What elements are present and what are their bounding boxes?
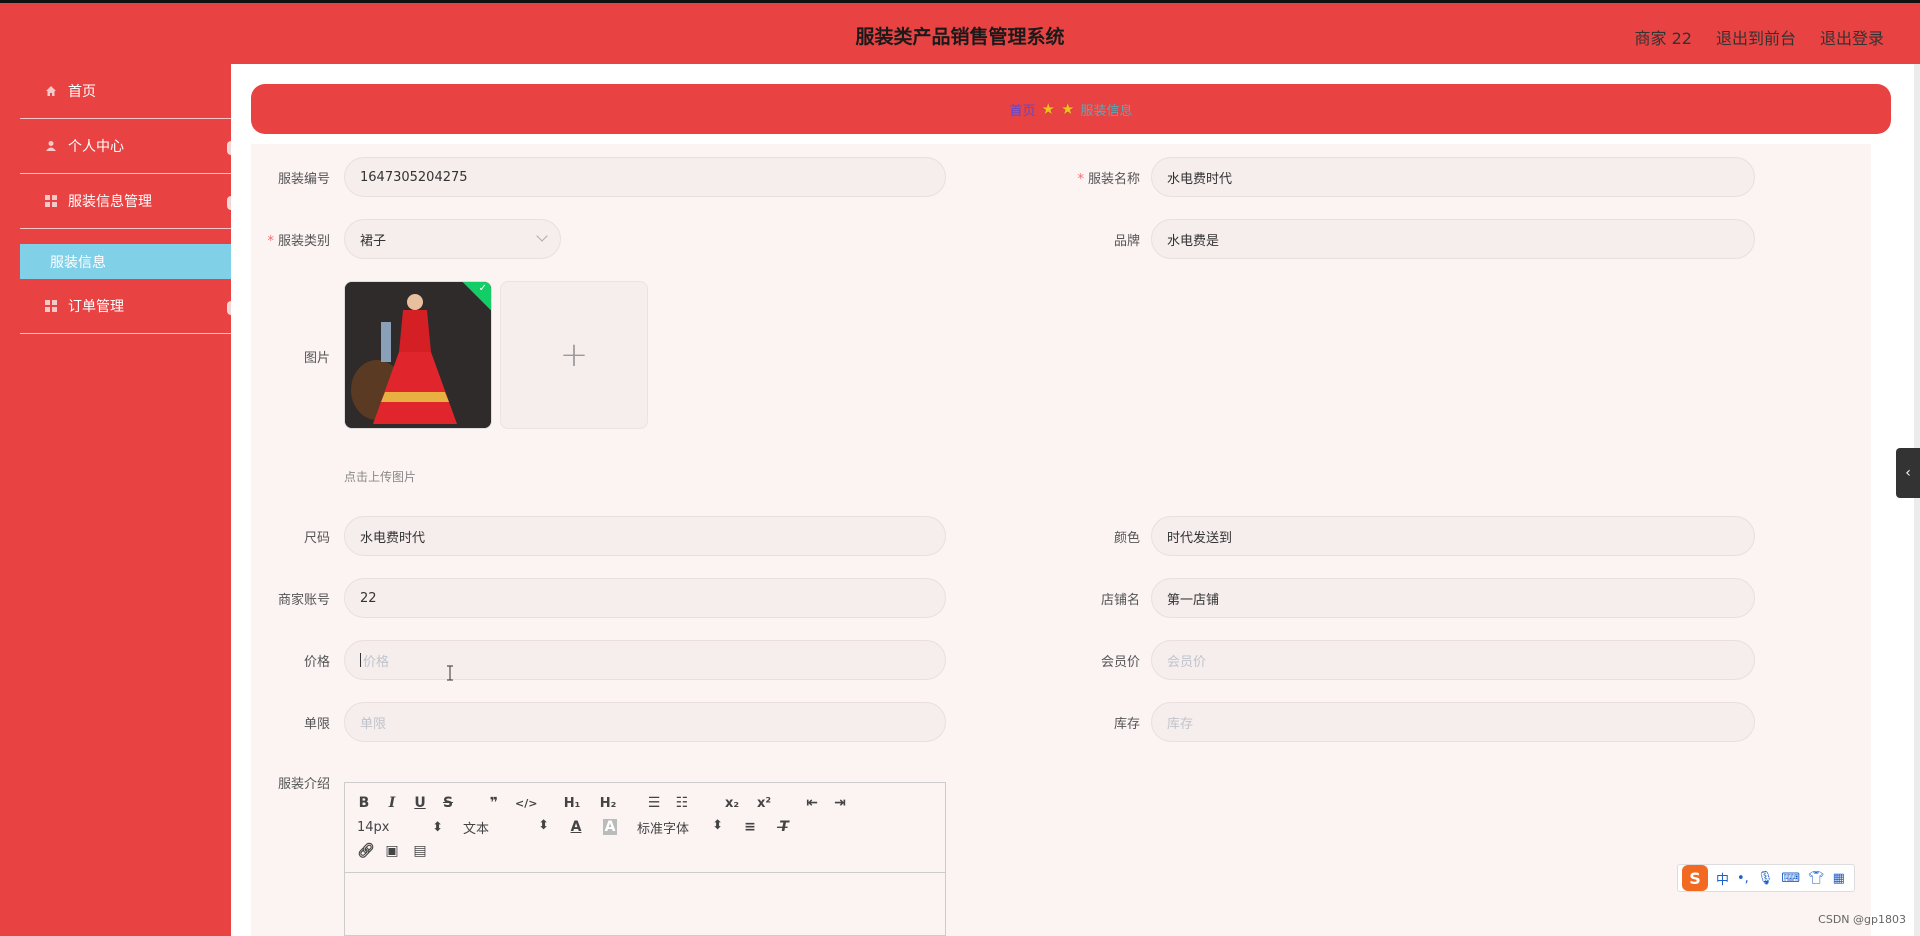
editor-body[interactable] [345,873,945,935]
category-select[interactable]: 裙子 [344,219,561,259]
sogou-logo-icon: S [1682,865,1708,891]
outdent-icon[interactable]: ⇤ [805,795,819,811]
sidebar-item-clothing-management[interactable]: 服装信息管理 [20,174,235,229]
sort-arrows-icon: ⬍ [712,817,723,833]
home-icon [44,84,58,98]
ime-mode[interactable]: 中 [1716,869,1729,888]
check-icon: ✓ [478,283,487,294]
indent-icon[interactable]: ⇥ [833,795,847,811]
font-color-icon[interactable]: A [569,819,583,835]
member-price-input[interactable]: 会员价 [1151,640,1755,680]
bullet-list-icon[interactable]: ☷ [675,795,689,811]
label-intro: 服装介绍 [277,777,330,792]
italic-icon[interactable]: I [385,795,399,811]
limit-input[interactable]: 单限 [344,702,946,742]
label-stock: 库存 [1113,717,1140,732]
sidebar-item-home[interactable]: 首页 [20,64,231,119]
stock-input[interactable]: 库存 [1151,702,1755,742]
sidebar: 首页 个人中心 服装信息管理 服装信息 订单管理 [0,64,235,936]
dress-photo [345,282,491,428]
keyboard-icon[interactable]: ⌨ [1781,871,1800,886]
punctuation-icon[interactable]: •, [1737,871,1749,886]
label-brand: 品牌 [1113,234,1140,249]
grid-icon [44,299,58,313]
strikethrough-icon[interactable]: S [441,795,455,811]
label-price: 价格 [303,655,330,670]
plus-icon: + [559,335,589,375]
exit-front-link[interactable]: 退出到前台 [1716,25,1796,49]
breadcrumb-home[interactable]: 首页 [1010,100,1036,119]
breadcrumb-current: 服装信息 [1080,103,1133,119]
heading1-icon[interactable]: H₁ [561,796,583,811]
align-icon[interactable]: ≡ [743,819,757,835]
superscript-icon[interactable]: x² [755,796,773,811]
image-upload-button[interactable]: + [500,281,648,429]
sort-arrows-icon: ⬍ [432,819,443,835]
label-code: 服装编号 [277,172,330,187]
background-color-icon[interactable]: A [603,819,617,835]
label-shop: 店铺名 [1100,593,1140,608]
sidebar-item-orders[interactable]: 订单管理 [20,279,235,334]
subscript-icon[interactable]: x₂ [723,796,741,811]
upload-hint: 点击上传图片 [344,470,417,484]
text-cursor-icon [447,665,453,681]
ordered-list-icon[interactable]: ☰ [647,795,661,811]
current-user: 商家 22 [1634,29,1692,48]
bold-icon[interactable]: B [357,795,371,811]
font-family-select[interactable]: 标准字体 ⬍ [637,818,723,837]
price-input[interactable]: 价格 [344,640,946,680]
code-block-icon[interactable]: </> [515,797,537,810]
sidebar-item-profile[interactable]: 个人中心 [20,119,235,174]
top-bar: 服装类产品销售管理系统 商家 22 退出到前台 退出登录 [0,0,1920,64]
microphone-icon[interactable]: 🎙︎ [1757,871,1774,886]
skin-icon[interactable]: 👕︎ [1808,871,1825,886]
watermark: CSDN @gp1803 [1818,913,1906,926]
video-icon[interactable]: ▤ [413,843,427,859]
label-image: 图片 [303,351,330,366]
label-size: 尺码 [303,531,330,546]
sort-arrows-icon: ⬍ [538,817,549,833]
label-limit: 单限 [303,717,330,732]
blockquote-icon[interactable]: ❞ [487,795,501,811]
color-input[interactable]: 时代发送到 [1151,516,1755,556]
label-merchant: 商家账号 [277,593,330,608]
clear-format-icon[interactable]: T̶ [777,819,791,835]
size-input[interactable]: 水电费时代 [344,516,946,556]
app-title: 服装类产品销售管理系统 [855,26,1065,48]
header-actions: 商家 22 退出到前台 退出登录 [1635,25,1884,49]
label-color: 颜色 [1113,531,1140,546]
name-input[interactable]: 水电费时代 [1151,157,1755,197]
underline-icon[interactable]: U [413,795,427,811]
collapse-panel-button[interactable]: ‹ [1896,448,1920,498]
star-icon: ★ [1061,100,1075,118]
label-category: * 服装类别 [267,234,330,249]
grid-icon [44,194,58,208]
ime-toolbar[interactable]: S 中 •, 🎙︎ ⌨ 👕︎ ▦ [1677,864,1855,892]
page-scrollbar[interactable] [1914,64,1920,936]
user-icon [44,139,58,153]
shop-input[interactable]: 第一店铺 [1151,578,1755,618]
text-caret [360,653,361,667]
breadcrumb: 首页 ★ ★ 服装信息 [251,84,1891,134]
sidebar-subitem-clothing-info[interactable]: 服装信息 [20,244,231,279]
font-size-select[interactable]: 14px ⬍ [357,820,443,835]
heading2-icon[interactable]: H₂ [597,796,619,811]
link-icon[interactable]: 🔗︎ [357,843,375,859]
star-icon: ★ [1041,100,1055,118]
chevron-left-icon: ‹ [1905,465,1911,481]
image-icon[interactable]: ▣ [385,843,399,859]
uploaded-image-thumbnail[interactable]: ✓ [344,281,492,429]
label-name: * 服装名称 [1077,172,1140,187]
text-type-select[interactable]: 文本 ⬍ [463,818,549,837]
apps-grid-icon[interactable]: ▦ [1833,871,1845,886]
brand-input[interactable]: 水电费是 [1151,219,1755,259]
label-member-price: 会员价 [1100,655,1140,670]
merchant-input[interactable]: 22 [344,578,946,618]
logout-link[interactable]: 退出登录 [1820,25,1884,49]
editor-toolbar: B I U S ❞ </> H₁ H₂ ☰ ☷ x₂ x² ⇤ ⇥ 14px ⬍ … [345,783,945,873]
code-input[interactable]: 1647305204275 [344,157,946,197]
rich-text-editor: B I U S ❞ </> H₁ H₂ ☰ ☷ x₂ x² ⇤ ⇥ 14px ⬍ … [344,782,946,936]
chevron-down-icon [536,230,548,242]
